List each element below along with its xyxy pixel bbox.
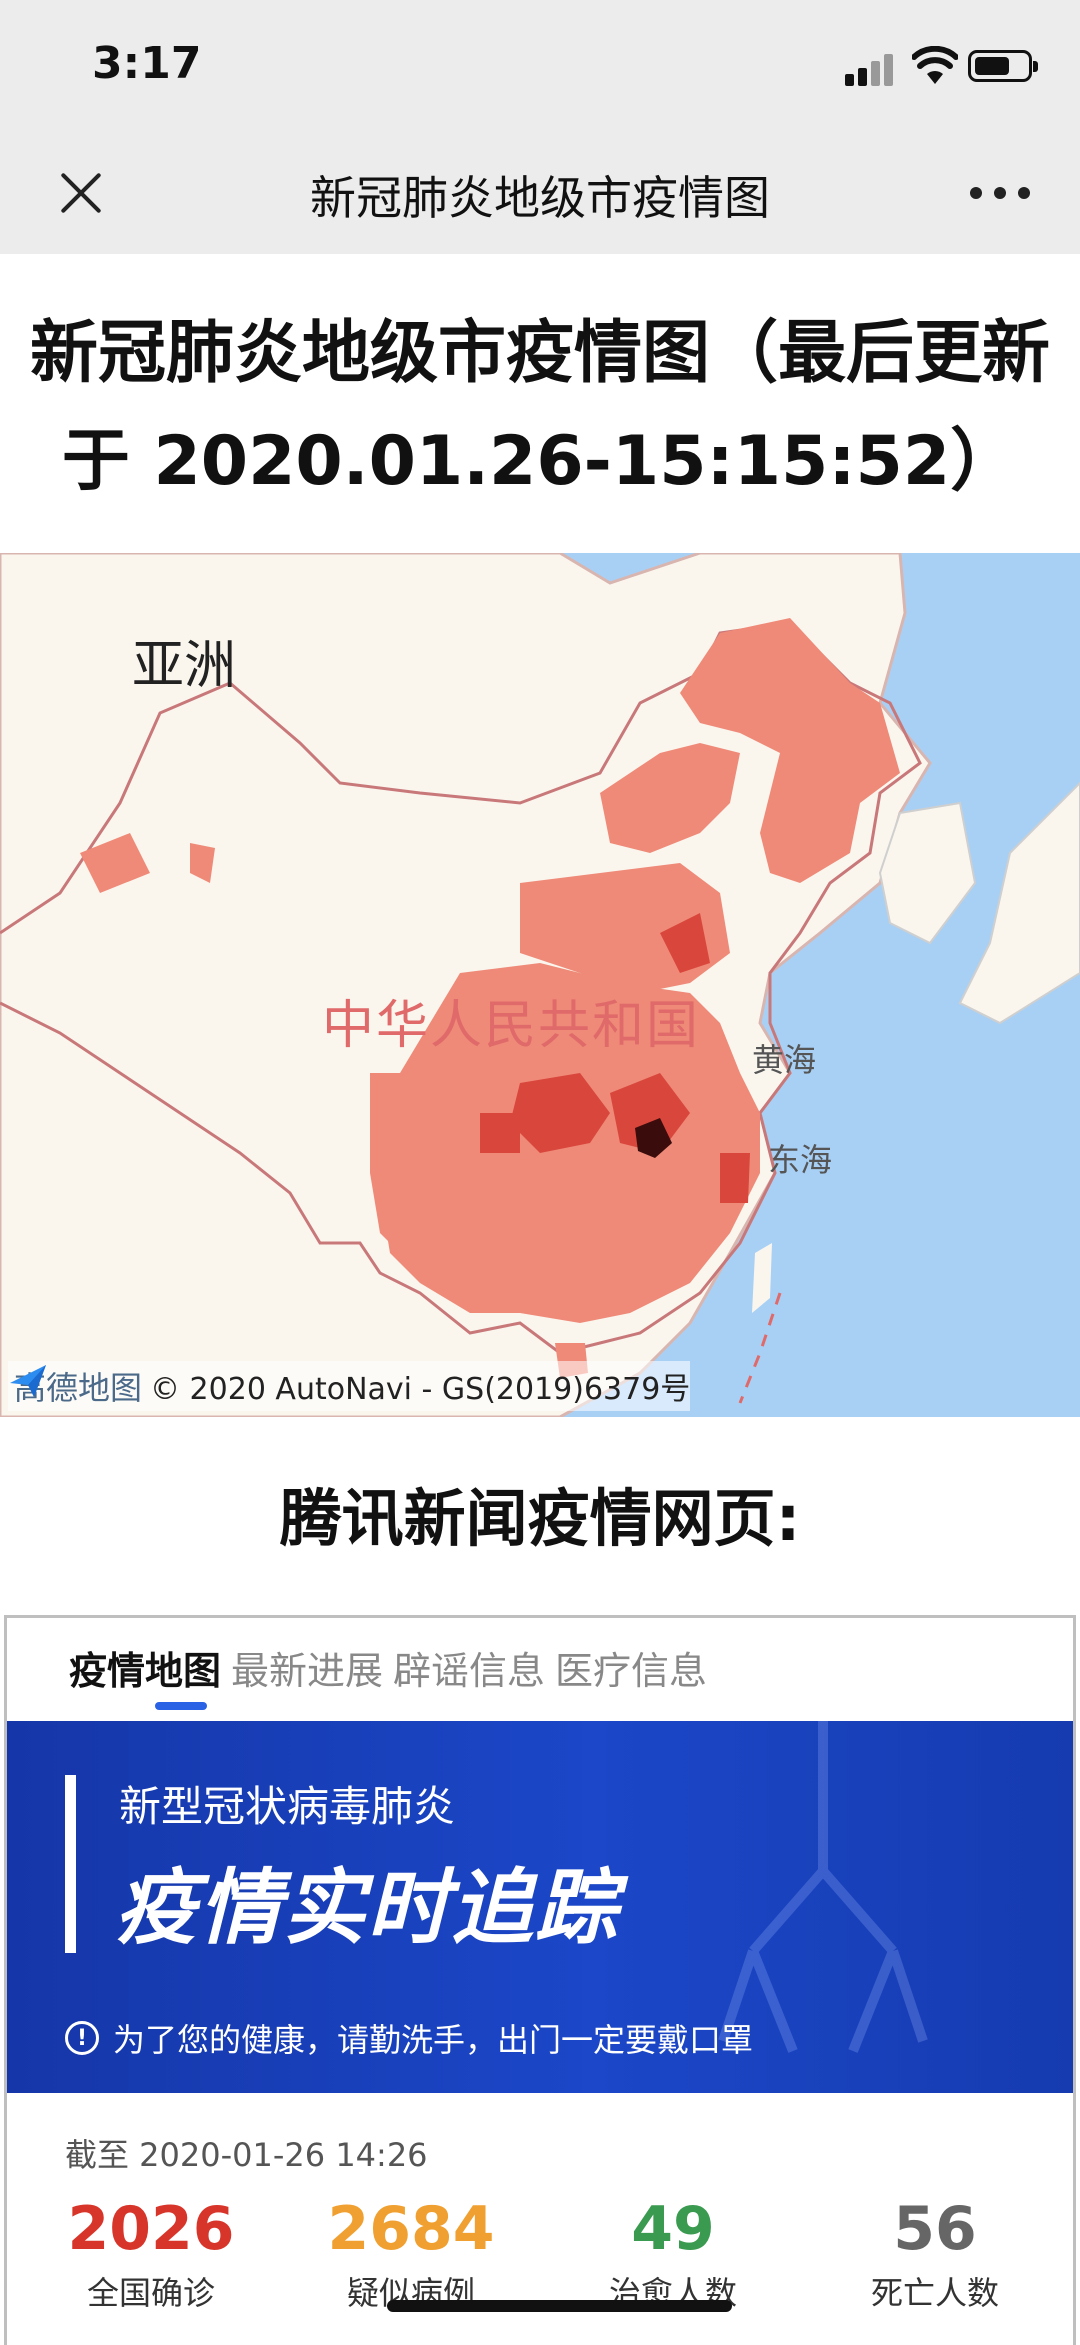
banner-notice-text: 为了您的健康，请勤洗手，出门一定要戴口罩 xyxy=(113,2021,754,2059)
stat-suspected-value: 2684 xyxy=(327,2194,495,2264)
land-japan xyxy=(958,781,1080,1025)
region-severe-5 xyxy=(480,1113,520,1153)
banner-subtitle: 新型冠状病毒肺炎 xyxy=(119,1782,456,1831)
map-label-asia: 亚洲 xyxy=(132,636,237,696)
more-icon[interactable] xyxy=(970,187,1030,201)
status-bar: 3:17 xyxy=(0,0,1080,132)
tracking-banner: 新型冠状病毒肺炎 疫情实时追踪 ! 为了您的健康，请勤洗手，出门一定要戴口罩 xyxy=(7,1721,1073,2093)
banner-notice: ! 为了您的健康，请勤洗手，出门一定要戴口罩 xyxy=(65,2015,753,2061)
nav-bar: 新冠肺炎地级市疫情图 xyxy=(0,132,1080,254)
map-copyright: © 2020 AutoNavi - GS(2019)6379号 xyxy=(150,1372,691,1407)
stat-confirmed-label: 全国确诊 xyxy=(86,2274,215,2312)
cellular-signal-icon xyxy=(845,52,897,86)
tab-medical-info[interactable]: 医疗信息 xyxy=(555,1640,707,1695)
map-credit: 高德地图 © 2020 AutoNavi - GS(2019)6379号 xyxy=(8,1361,691,1411)
sea-boundary xyxy=(738,1292,782,1404)
banner-accent-bar xyxy=(65,1775,76,1953)
tencent-news-screenshot[interactable]: 疫情地图 最新进展 辟谣信息 医疗信息 新型冠状病毒肺炎 疫情实时追踪 ! 为了… xyxy=(4,1615,1076,2345)
as-of-timestamp: 截至 2020-01-26 14:26 xyxy=(65,2136,428,2174)
section-title: 腾讯新闻疫情网页: xyxy=(279,1482,801,1555)
stat-deaths-label: 死亡人数 xyxy=(870,2274,999,2312)
page-title-line1: 新冠肺炎地级市疫情图（最后更新 xyxy=(29,314,1050,393)
wifi-icon xyxy=(912,46,958,84)
stat-cured-value: 49 xyxy=(631,2194,715,2264)
stat-confirmed-value: 2026 xyxy=(67,2194,235,2264)
amap-logo-icon xyxy=(10,1365,46,1397)
page-title-line2: 于 2020.01.26-15:15:52） xyxy=(61,422,1019,501)
map-label-yellow-sea: 黄海 xyxy=(752,1041,817,1079)
stat-cured: 49 治愈人数 xyxy=(573,2194,773,2314)
map-label-china: 中华人民共和国 xyxy=(322,996,701,1056)
status-time: 3:17 xyxy=(92,38,202,89)
region-severe-4 xyxy=(720,1153,750,1203)
tab-bar: 疫情地图 最新进展 辟谣信息 医疗信息 xyxy=(7,1618,1073,1721)
land-taiwan xyxy=(752,1243,772,1313)
stat-confirmed: 2026 全国确诊 xyxy=(51,2194,251,2314)
active-tab-indicator xyxy=(155,1702,207,1710)
nav-title: 新冠肺炎地级市疫情图 xyxy=(310,171,770,225)
page-title: 新冠肺炎地级市疫情图（最后更新 于 2020.01.26-15:15:52） xyxy=(0,300,1080,516)
stat-deaths-value: 56 xyxy=(893,2194,977,2264)
map-label-east-sea: 东海 xyxy=(768,1141,833,1179)
home-indicator[interactable] xyxy=(387,2300,732,2312)
stat-deaths: 56 死亡人数 xyxy=(835,2194,1035,2314)
banner-title: 疫情实时追踪 xyxy=(115,1861,619,1956)
battery-icon xyxy=(968,50,1038,82)
exclamation-icon: ! xyxy=(65,2021,99,2055)
tab-latest-progress[interactable]: 最新进展 xyxy=(231,1640,383,1695)
stat-suspected: 2684 疑似病例 xyxy=(311,2194,511,2314)
tab-rumor-info[interactable]: 辟谣信息 xyxy=(393,1640,545,1695)
epidemic-map[interactable]: 亚洲 中华人民共和国 黄海 东海 高德地图 © 2020 AutoNavi - … xyxy=(0,553,1080,1417)
tab-epidemic-map[interactable]: 疫情地图 xyxy=(69,1640,221,1695)
